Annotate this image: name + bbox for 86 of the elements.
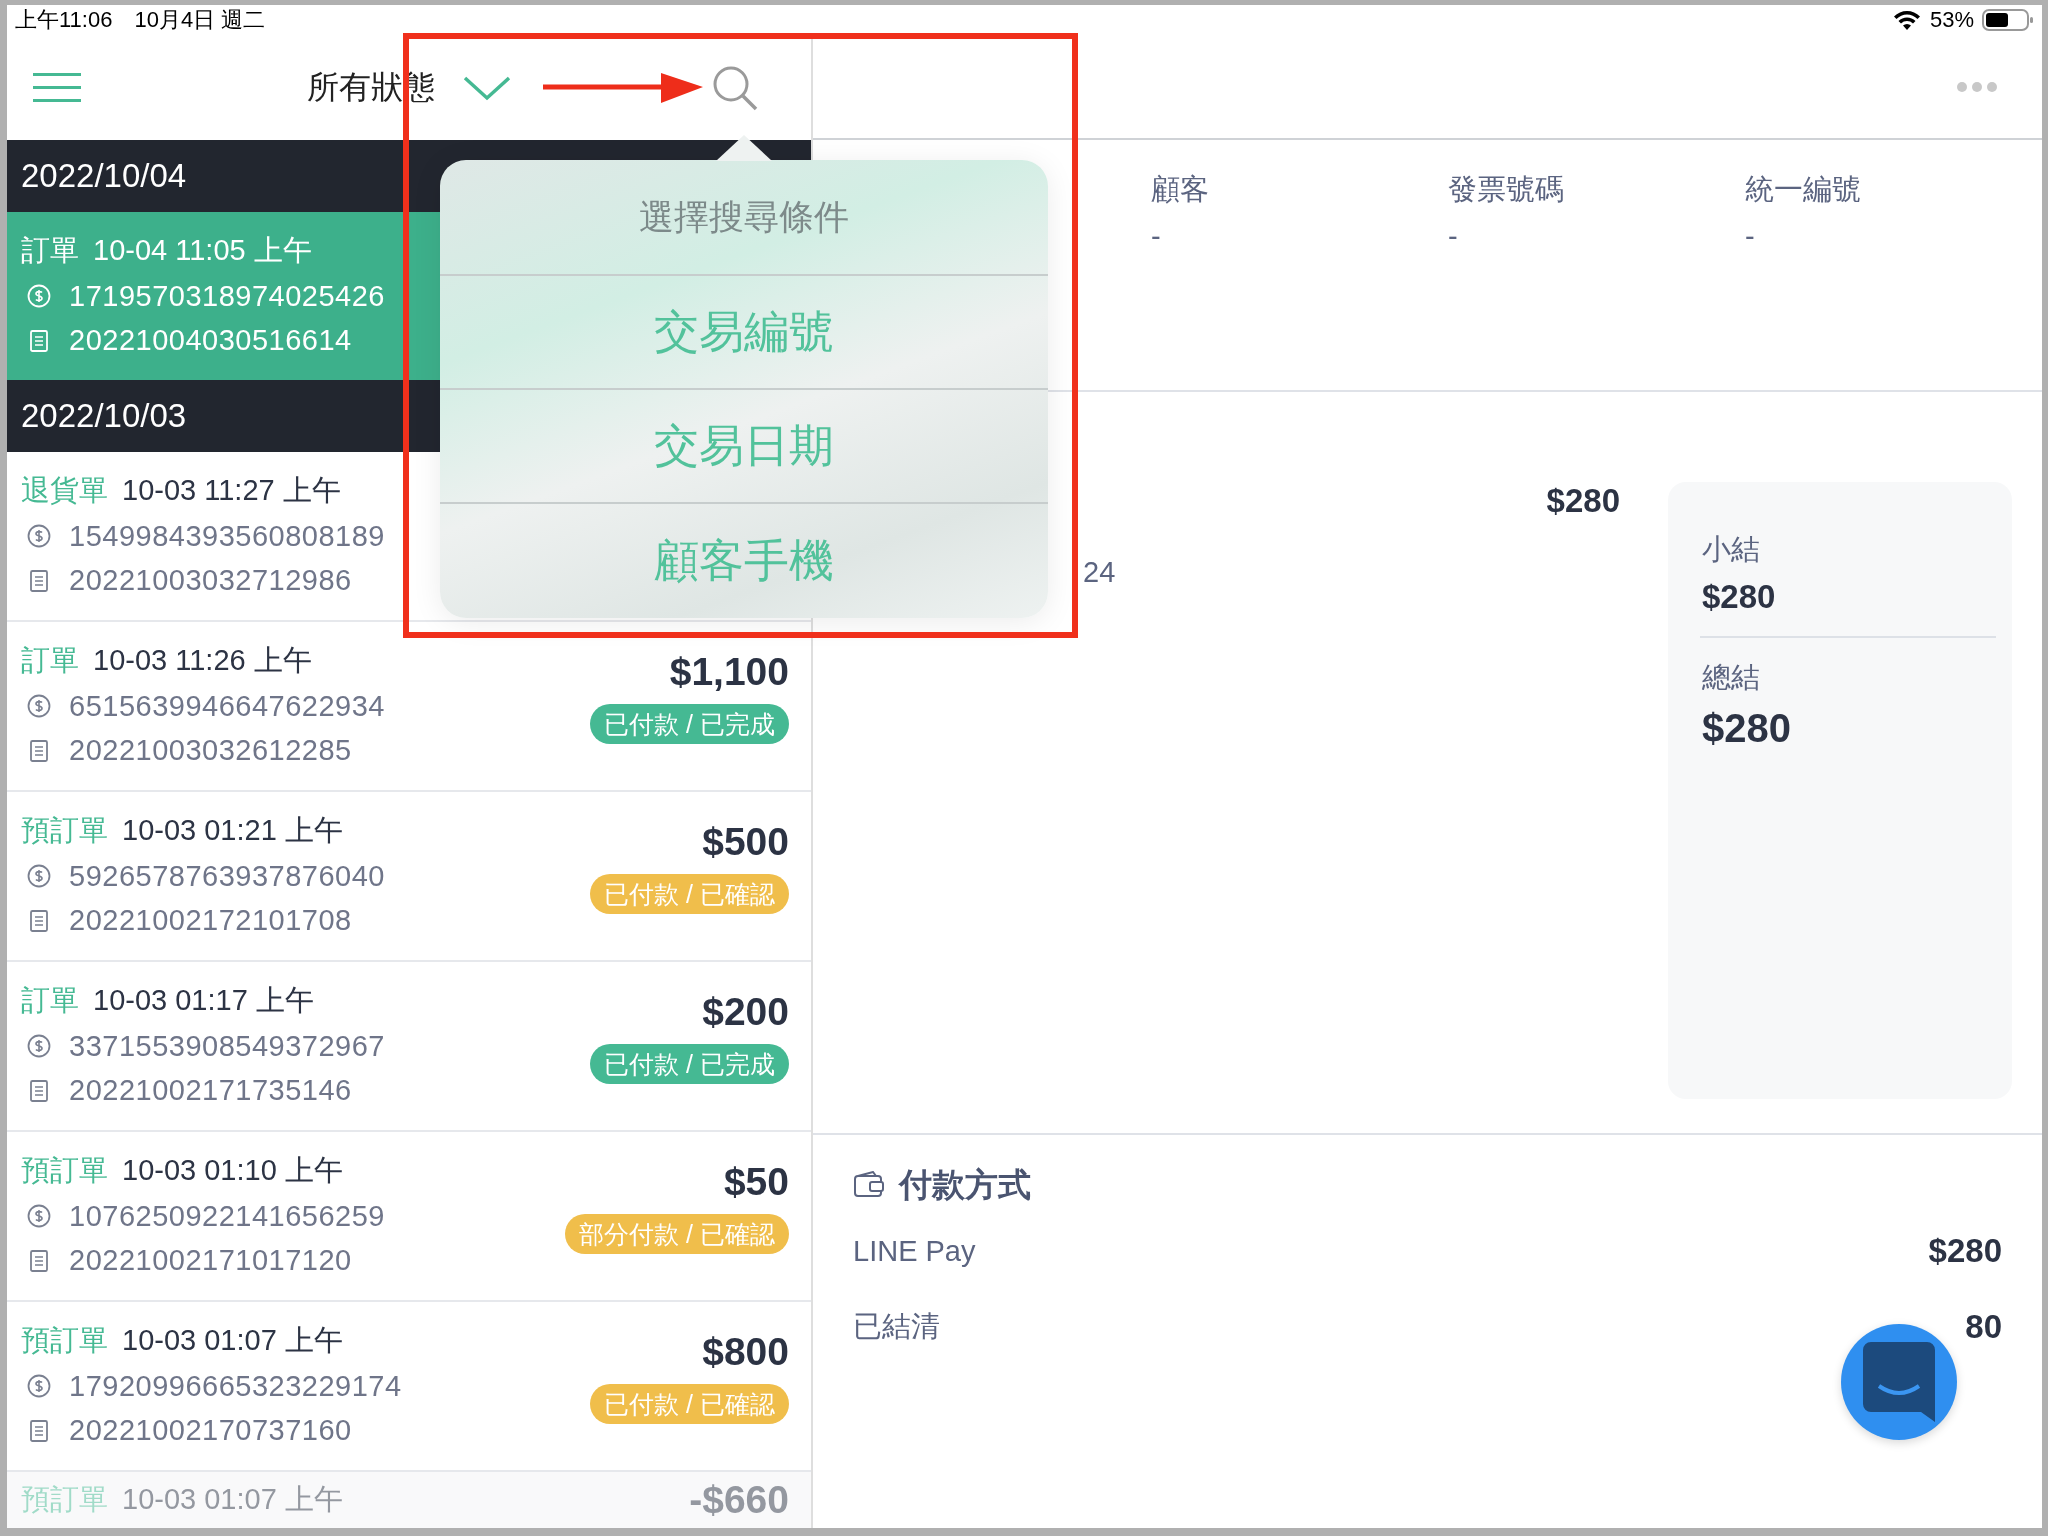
transaction-number: 1719570318974025426 <box>69 279 385 313</box>
payment-title: 付款方式 <box>899 1164 1031 1205</box>
order-amount: $50 <box>723 1160 789 1204</box>
payment-amount: 80 <box>1965 1308 2002 1346</box>
order-type: 訂單 <box>21 643 79 679</box>
transaction-number: 3371553908549372967 <box>69 1029 385 1063</box>
popover-arrow <box>716 135 772 161</box>
chat-icon <box>1863 1342 1935 1422</box>
order-time: 10-03 11:27 上午 <box>122 473 341 509</box>
receipt-icon <box>27 568 51 593</box>
transaction-number: 1549984393560808189 <box>69 519 385 553</box>
status-date: 10月4日 週二 <box>134 6 266 34</box>
payment-amount: $280 <box>1928 1232 2002 1270</box>
order-time: 10-03 11:26 上午 <box>93 643 312 679</box>
status-badge: 已付款 / 已確認 <box>590 874 789 914</box>
order-type: 預訂單 <box>21 1482 108 1517</box>
order-amount: $200 <box>702 990 789 1034</box>
dollar-circle-icon <box>27 864 51 888</box>
invoice-number: 20221002172101708 <box>69 904 352 938</box>
invoice-number: 20221002170737160 <box>69 1414 352 1448</box>
total-label: 總結 <box>1702 660 1761 695</box>
wifi-icon <box>1891 9 1922 31</box>
order-type: 訂單 <box>21 983 79 1019</box>
order-time: 10-04 11:05 上午 <box>93 233 312 269</box>
receipt-icon <box>27 1248 51 1273</box>
order-amount: $800 <box>702 1330 789 1374</box>
receipt-icon <box>27 908 51 933</box>
field-value: - <box>1745 220 1756 253</box>
order-time: 10-03 01:07 上午 <box>122 1323 343 1359</box>
date-text: 2022/10/04 <box>21 157 187 195</box>
field-label: 統一編號 <box>1745 172 1862 207</box>
more-icon[interactable] <box>1956 80 1998 93</box>
field-value: - <box>1448 220 1459 253</box>
invoice-number: 20221004030516614 <box>69 324 352 358</box>
invoice-number: 20221003032612285 <box>69 734 352 768</box>
order-time: 10-03 01:21 上午 <box>122 813 343 849</box>
chat-button[interactable] <box>1841 1324 1957 1440</box>
field-value: - <box>1151 220 1162 253</box>
order-amount: $1,100 <box>669 650 789 694</box>
order-type: 預訂單 <box>21 1153 108 1189</box>
status-badge: 已付款 / 已完成 <box>590 704 789 744</box>
dollar-circle-icon <box>27 284 51 308</box>
dollar-circle-icon <box>27 1374 51 1398</box>
subtotal-value: $280 <box>1702 578 1777 616</box>
payment-label: LINE Pay <box>853 1234 976 1268</box>
order-type: 退貨單 <box>21 473 108 509</box>
field-label: 顧客 <box>1151 172 1210 207</box>
invoice-number: 20221002171017120 <box>69 1244 352 1278</box>
dollar-circle-icon <box>27 694 51 718</box>
total-value: $280 <box>1702 706 1792 751</box>
order-amount: -$660 <box>689 1478 789 1522</box>
wallet-icon <box>853 1171 885 1199</box>
dollar-circle-icon <box>27 1204 51 1228</box>
payment-label: 已結清 <box>853 1309 940 1344</box>
status-badge: 已付款 / 已完成 <box>590 1044 789 1084</box>
item-text: 24 <box>1083 556 1117 589</box>
battery-percent: 53% <box>1929 7 1974 33</box>
date-text: 2022/10/03 <box>21 397 187 435</box>
status-time: 上午11:06 <box>15 6 113 34</box>
field-label: 發票號碼 <box>1448 172 1565 207</box>
item-amount: $280 <box>1546 482 1620 519</box>
subtotal-label: 小結 <box>1702 532 1761 567</box>
invoice-number: 20221003032712986 <box>69 564 352 598</box>
dollar-circle-icon <box>27 524 51 548</box>
receipt-icon <box>27 1078 51 1103</box>
order-type: 預訂單 <box>21 813 108 849</box>
status-badge: 部分付款 / 已確認 <box>565 1214 789 1254</box>
transaction-number: 17920996665323229174 <box>69 1369 402 1403</box>
status-badge: 已付款 / 已確認 <box>590 1384 789 1424</box>
transaction-number: 1076250922141656259 <box>69 1199 385 1233</box>
dollar-circle-icon <box>27 1034 51 1058</box>
order-type: 訂單 <box>21 233 79 269</box>
receipt-icon <box>27 738 51 763</box>
order-amount: $500 <box>702 820 789 864</box>
order-time: 10-03 01:07 上午 <box>122 1482 343 1517</box>
receipt-icon <box>27 328 51 353</box>
order-time: 10-03 01:10 上午 <box>122 1153 343 1189</box>
menu-icon[interactable] <box>33 72 81 103</box>
battery-icon <box>1982 8 2034 32</box>
invoice-number: 20221002171735146 <box>69 1074 352 1108</box>
transaction-number: 5926578763937876040 <box>69 859 385 893</box>
chevron-down-icon[interactable] <box>463 74 511 101</box>
order-time: 10-03 01:17 上午 <box>93 983 314 1019</box>
transaction-number: 6515639946647622934 <box>69 689 385 723</box>
order-type: 預訂單 <box>21 1323 108 1359</box>
receipt-icon <box>27 1418 51 1443</box>
